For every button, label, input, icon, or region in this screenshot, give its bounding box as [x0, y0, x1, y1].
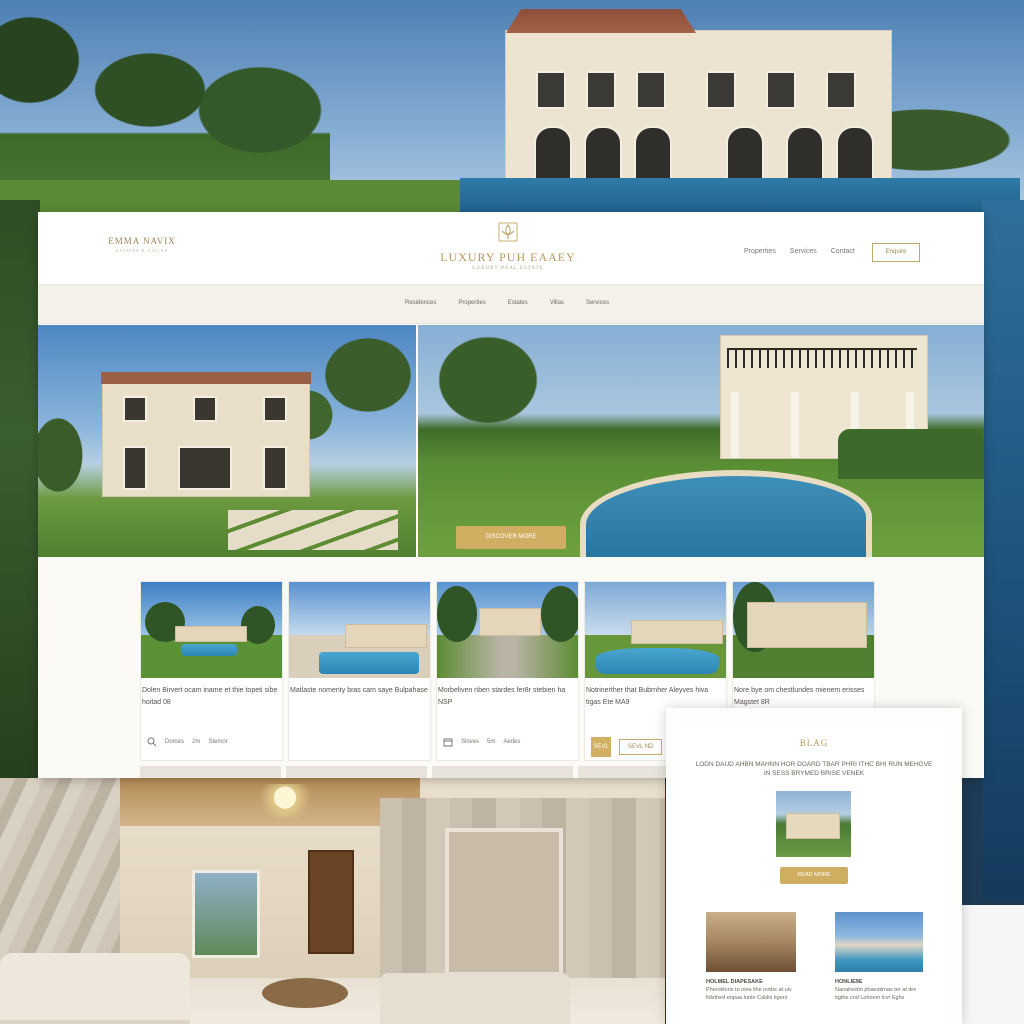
site-header: EMMA NAVIX ESTATES & VILLAS LUXURY PUH E…: [38, 212, 984, 284]
listing-meta-item: 2m: [192, 739, 201, 745]
listing-photo: [437, 582, 578, 678]
top-nav: Properties Services Contact: [744, 248, 855, 255]
blog-featured-photo[interactable]: [776, 791, 851, 857]
sub-navigation: Residences Properties Estates Villas Ser…: [38, 284, 984, 324]
listing-photo: [585, 582, 726, 678]
website-homepage: EMMA NAVIX ESTATES & VILLAS LUXURY PUH E…: [38, 212, 984, 778]
villa-background-photo: [0, 0, 1024, 240]
garden-background: [0, 200, 40, 780]
listing-card[interactable]: Matlaste nomenty bras cam saye Bulpahase: [288, 581, 431, 761]
background-panel: [962, 905, 1024, 1024]
subnav-item[interactable]: Services: [586, 300, 609, 306]
blog-intro: LODN DAUD AHBN MAHNN HOR DOARD TBAR PHRI…: [695, 761, 933, 777]
brand-title: LUXURY PUH EAAEY: [440, 250, 576, 264]
hero-image-villa-front: [38, 325, 416, 557]
view-listing-button[interactable]: SEVL ND: [619, 739, 663, 755]
blog-post-photo-pool[interactable]: [835, 912, 923, 972]
listing-card[interactable]: Morbeliven nben stardes fer8r stebien ha…: [436, 581, 579, 761]
blog-post-caption: HONLIE9E Nanalrestin phaestirnas ter at …: [835, 978, 930, 1002]
hero-image-pool-terrace: [418, 325, 984, 557]
listing-description: Nore bye om chestlundes mienem erisses M…: [734, 687, 865, 706]
logo-secondary-sub: ESTATES & VILLAS: [116, 248, 168, 253]
listing-meta-item: Stemor: [208, 739, 228, 745]
blog-title: BLAG: [799, 738, 829, 748]
listing-description: Matlaste nomenty bras cam saye Bulpahase: [290, 687, 428, 694]
top-nav-item[interactable]: Services: [790, 248, 817, 255]
brand-tagline: LUXURY REAL ESTATE: [472, 266, 544, 271]
interior-photo: [0, 778, 665, 1024]
listing-photo: [733, 582, 874, 678]
search-icon[interactable]: [147, 737, 157, 747]
listing-meta: Domes 2m Stemor: [147, 737, 277, 747]
blog-post-excerpt: Nanalrestin phaestirnas ter at dre tigth…: [835, 987, 917, 1001]
listing-meta-item: Aedes: [503, 739, 521, 745]
save-listing-button[interactable]: SEVL: [591, 737, 611, 757]
subnav-item[interactable]: Properties: [458, 300, 485, 306]
discover-more-button[interactable]: DISCOVER MORE: [456, 526, 566, 549]
listing-description: Notrinerther that Bubrnher Aleyves hiva …: [586, 687, 709, 706]
blog-post-title[interactable]: HONLIE9E: [835, 978, 930, 986]
listing-photo: [141, 582, 282, 678]
subnav-item[interactable]: Residences: [405, 300, 436, 306]
enquire-button[interactable]: Enquire: [872, 243, 920, 262]
listing-meta: Sloves 5m Aedes: [443, 737, 573, 747]
listing-description: Dolen Birvert ocam iname et thie topeti …: [142, 687, 278, 706]
logo-secondary[interactable]: EMMA NAVIX ESTATES & VILLAS: [102, 236, 182, 253]
top-nav-item[interactable]: Contact: [831, 248, 855, 255]
listing-description: Morbeliven nben stardes fer8r stebien ha…: [438, 687, 566, 706]
blog-post-title[interactable]: HOLMEL DIAPESAKE: [706, 978, 801, 986]
top-nav-item[interactable]: Properties: [744, 248, 776, 255]
blog-post-excerpt: Pherotilons to niea lihe notbe at uiv fi…: [706, 987, 792, 1001]
subnav-item[interactable]: Estates: [508, 300, 528, 306]
listing-meta-item: Domes: [165, 739, 185, 745]
blog-post-caption: HOLMEL DIAPESAKE Pherotilons to niea lih…: [706, 978, 801, 1002]
pool-background: [982, 200, 1024, 900]
listing-meta-item: 5m: [487, 739, 496, 745]
subnav-item[interactable]: Villas: [550, 300, 564, 306]
hero-banner: DISCOVER MORE: [38, 325, 984, 557]
brand-logo[interactable]: LUXURY PUH EAAEY LUXURY REAL ESTATE: [418, 222, 598, 271]
blog-page: BLAG LODN DAUD AHBN MAHNN HOR DOARD TBAR…: [666, 708, 962, 1024]
fleur-emblem-icon: [498, 222, 518, 242]
read-more-button[interactable]: READ MORE: [780, 867, 848, 884]
logo-secondary-name: EMMA NAVIX: [108, 236, 176, 246]
listing-card[interactable]: Dolen Birvert ocam iname et thie topeti …: [140, 581, 283, 761]
listing-meta-item: Sloves: [461, 739, 480, 745]
calendar-icon[interactable]: [443, 737, 453, 747]
listing-photo: [289, 582, 430, 678]
blog-post-photo-interior[interactable]: [706, 912, 796, 972]
